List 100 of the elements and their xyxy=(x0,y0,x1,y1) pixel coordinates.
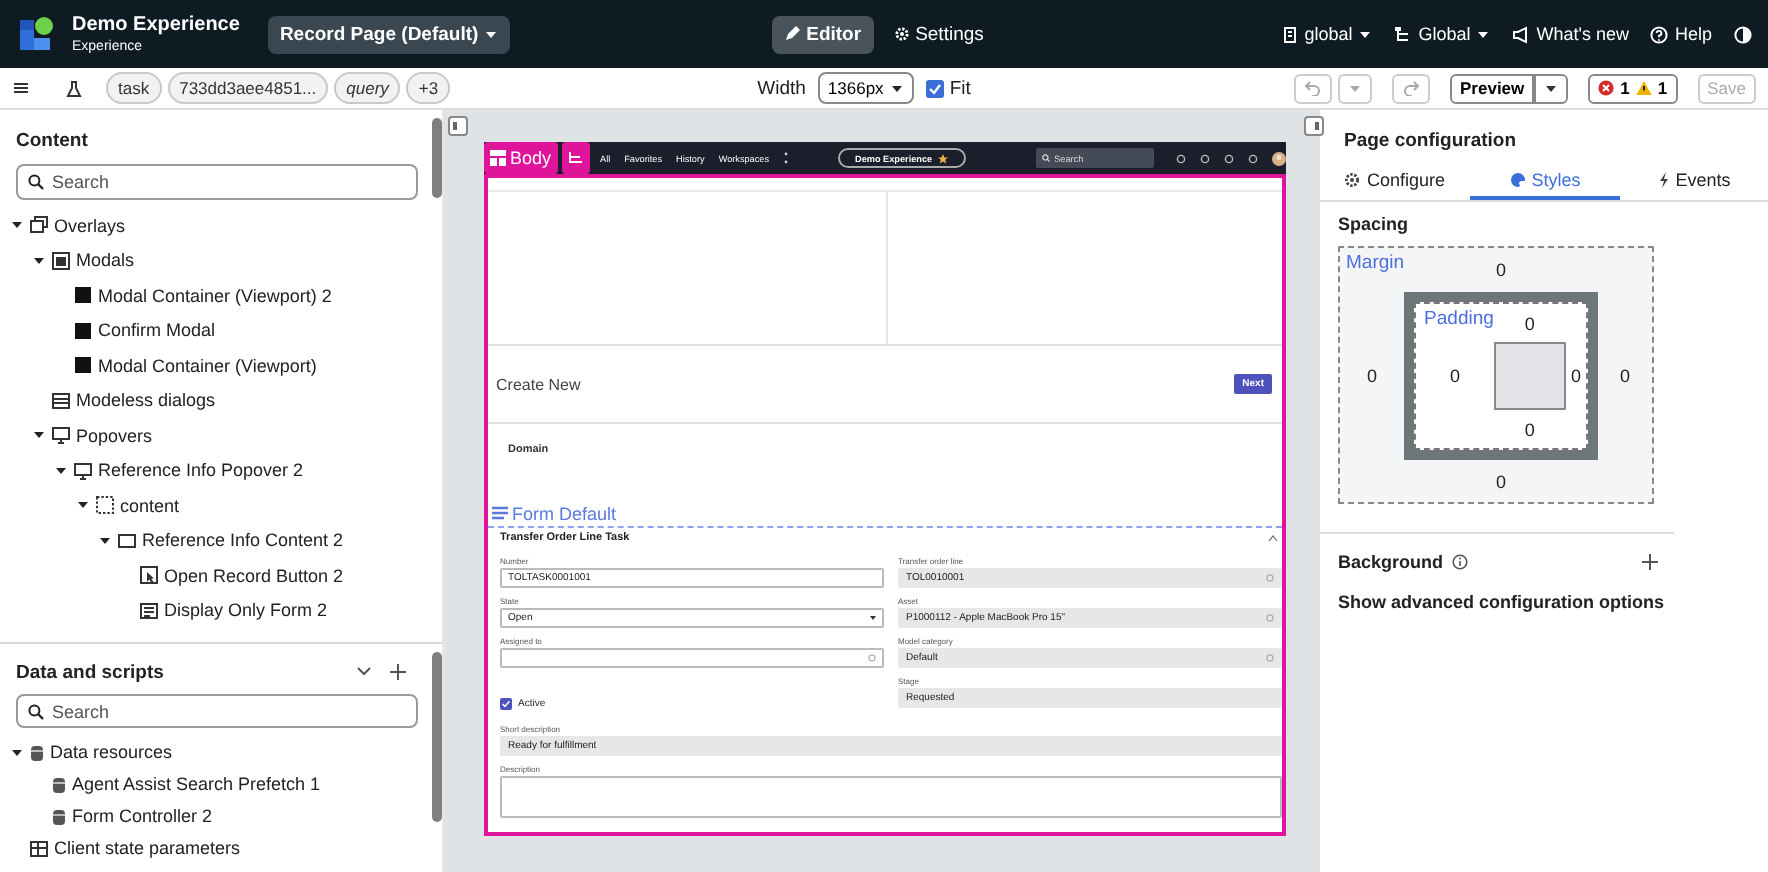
parameter-chip[interactable]: 733dd3aee4851... xyxy=(167,72,329,104)
advanced-options-link[interactable]: Show advanced configuration options xyxy=(1338,592,1665,612)
width-select[interactable]: 1366px xyxy=(817,72,914,104)
redo-icon xyxy=(1402,80,1421,96)
tree-item[interactable]: Modals xyxy=(0,243,418,278)
tree-item[interactable]: Form Controller 2 xyxy=(0,800,418,832)
tree-item[interactable]: Confirm Modal xyxy=(0,313,418,348)
preview-menu-button[interactable] xyxy=(1534,73,1569,103)
caret-icon xyxy=(1348,83,1363,93)
form-icon xyxy=(140,601,158,620)
margin-value[interactable]: 0 xyxy=(1496,260,1507,280)
scrollbar[interactable] xyxy=(431,652,441,822)
tree-item[interactable]: Display Only Form 2 xyxy=(0,593,418,628)
palette-icon xyxy=(1509,172,1526,188)
settings-icon xyxy=(1344,172,1361,188)
add-icon[interactable] xyxy=(1642,554,1658,570)
margin-value[interactable]: 0 xyxy=(1496,471,1507,491)
form-icon xyxy=(492,505,508,521)
padding-value[interactable]: 0 xyxy=(1449,366,1460,386)
building-icon xyxy=(1282,25,1299,43)
cursor-icon xyxy=(140,566,158,585)
whats-new-link[interactable]: What's new xyxy=(1512,24,1629,44)
chevron-icon[interactable] xyxy=(356,666,372,678)
help-icon xyxy=(1650,25,1669,43)
hierarchy-icon xyxy=(1394,25,1413,43)
mode-tab[interactable]: Editor xyxy=(772,15,874,53)
collapse-panel-icon[interactable] xyxy=(448,116,468,136)
flask-icon xyxy=(66,79,82,97)
menu-icon[interactable] xyxy=(12,80,30,96)
padding-value[interactable]: 0 xyxy=(1524,313,1535,333)
panel-tab[interactable]: Configure xyxy=(1320,164,1470,200)
search-field[interactable]: Search xyxy=(16,164,418,200)
avatar-icon[interactable] xyxy=(1272,151,1286,165)
mode-tab[interactable]: Settings xyxy=(881,15,996,53)
panel-title: Data and scripts xyxy=(16,661,166,683)
section-title: Background xyxy=(1338,552,1444,572)
window-icon xyxy=(52,251,70,270)
add-icon[interactable] xyxy=(390,664,406,680)
tree-item[interactable]: Modal Container (Viewport) xyxy=(0,348,418,383)
tree-item[interactable]: Client state parameters xyxy=(0,832,418,864)
tree-item[interactable]: Overlays xyxy=(0,208,418,243)
star-icon xyxy=(938,153,949,163)
caret-icon xyxy=(484,29,499,39)
content-box xyxy=(1493,342,1566,410)
width-label: Width xyxy=(757,77,806,99)
tree-item[interactable]: content xyxy=(0,488,418,523)
parent-select-button[interactable] xyxy=(561,142,590,174)
megaphone-icon xyxy=(1512,25,1531,43)
padding-label: Padding xyxy=(1422,306,1494,330)
panel-title: Page configuration xyxy=(1342,128,1519,154)
issues-button[interactable]: 1 1 xyxy=(1588,73,1678,103)
padding-value[interactable]: 0 xyxy=(1570,366,1581,386)
more-icon[interactable] xyxy=(783,152,788,164)
search-field[interactable]: Search xyxy=(16,694,418,728)
app-title: Demo Experience xyxy=(72,14,240,36)
tree-item[interactable]: Modeless dialogs xyxy=(0,383,418,418)
app-scope-menu[interactable]: Global xyxy=(1394,24,1491,44)
checkbox[interactable] xyxy=(925,79,944,97)
pencil-icon xyxy=(784,26,801,42)
table-icon xyxy=(30,839,48,857)
settings-icon xyxy=(893,26,910,42)
square-icon xyxy=(74,356,92,375)
caret-icon xyxy=(1544,83,1559,93)
tree-item[interactable]: Reference Info Popover 2 xyxy=(0,453,418,488)
panel-tab[interactable]: Styles xyxy=(1470,164,1620,200)
help-link[interactable]: Help xyxy=(1650,24,1712,44)
rectangle-icon xyxy=(118,531,136,550)
checkbox[interactable] xyxy=(500,698,512,710)
scope-menu[interactable]: global xyxy=(1282,24,1373,44)
monitor-icon xyxy=(74,461,92,480)
caret-icon xyxy=(870,616,876,620)
fit-label: Fit xyxy=(949,77,971,99)
component-label[interactable]: Form Default xyxy=(492,502,1282,524)
selection-tag[interactable]: Body xyxy=(484,142,558,174)
lookup-field[interactable] xyxy=(500,648,884,668)
collapse-icon[interactable] xyxy=(1268,534,1278,542)
tree-item[interactable]: Data resources xyxy=(0,736,418,768)
page-menu[interactable]: Record Page (Default) xyxy=(267,15,511,53)
margin-value[interactable]: 0 xyxy=(1620,366,1631,386)
square-icon xyxy=(74,321,92,340)
tree-item[interactable]: Modal Container (Viewport) 2 xyxy=(0,278,418,313)
tree-item[interactable]: Popovers xyxy=(0,418,418,453)
collapse-panel-icon[interactable] xyxy=(1304,116,1324,136)
search-icon xyxy=(28,703,44,719)
margin-value[interactable]: 0 xyxy=(1367,366,1378,386)
tree-item[interactable]: Open Record Button 2 xyxy=(0,558,418,593)
parameter-chip[interactable]: query xyxy=(334,72,401,104)
tree-item[interactable]: Reference Info Content 2 xyxy=(0,523,418,558)
preview-button[interactable]: Preview xyxy=(1450,73,1535,103)
panel-tab[interactable]: Events xyxy=(1620,164,1768,200)
database-icon xyxy=(52,775,66,793)
scrollbar[interactable] xyxy=(431,118,441,198)
padding-value[interactable]: 0 xyxy=(1524,419,1535,439)
parameter-chip[interactable]: +3 xyxy=(406,72,451,104)
layers-icon xyxy=(30,216,48,235)
margin-label: Margin xyxy=(1344,250,1405,274)
tree-item[interactable]: Agent Assist Search Prefetch 1 xyxy=(0,768,418,800)
dashed-square-icon xyxy=(96,496,114,515)
contrast-icon[interactable] xyxy=(1734,25,1752,43)
parameter-chip[interactable]: task xyxy=(106,72,162,104)
